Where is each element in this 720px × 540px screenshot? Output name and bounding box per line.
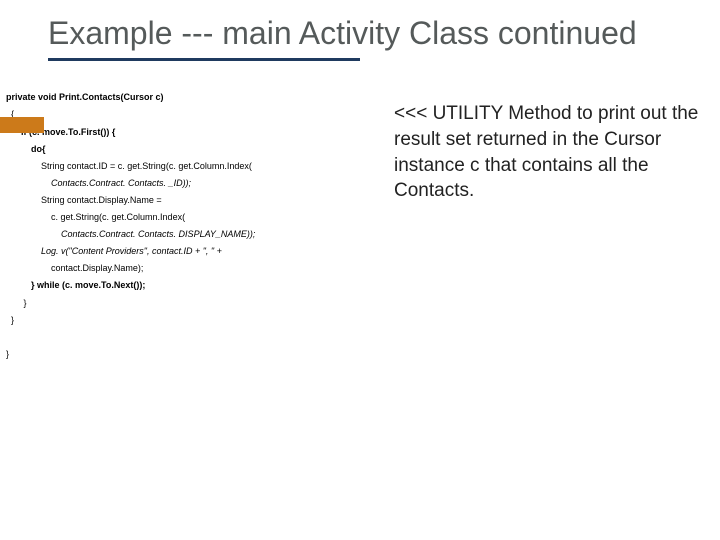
- code-line: Log. v("Content Providers", contact.ID +…: [6, 243, 376, 260]
- code-line: Contacts.Contract. Contacts. _ID));: [6, 175, 376, 192]
- code-line: {: [6, 106, 376, 123]
- annotation-text: <<< UTILITY Method to print out the resu…: [376, 89, 700, 363]
- code-line: [6, 329, 376, 346]
- code-line: String contact.Display.Name =: [6, 192, 376, 209]
- code-line: String contact.ID = c. get.String(c. get…: [6, 158, 376, 175]
- code-line: }: [6, 346, 376, 363]
- code-line: }: [6, 312, 376, 329]
- code-line: c. get.String(c. get.Column.Index(: [6, 209, 376, 226]
- code-line: private void Print.Contacts(Cursor c): [6, 89, 376, 106]
- code-line: do{: [6, 141, 376, 158]
- code-line: Contacts.Contract. Contacts. DISPLAY_NAM…: [6, 226, 376, 243]
- code-line: } while (c. move.To.Next());: [6, 277, 376, 294]
- slide-title: Example --- main Activity Class continue…: [0, 0, 720, 58]
- code-line: }: [6, 295, 376, 312]
- content-area: private void Print.Contacts(Cursor c) { …: [0, 61, 720, 363]
- code-block: private void Print.Contacts(Cursor c) { …: [6, 89, 376, 363]
- accent-bar: [0, 117, 44, 133]
- code-line: if (c. move.To.First()) {: [6, 124, 376, 141]
- code-line: contact.Display.Name);: [6, 260, 376, 277]
